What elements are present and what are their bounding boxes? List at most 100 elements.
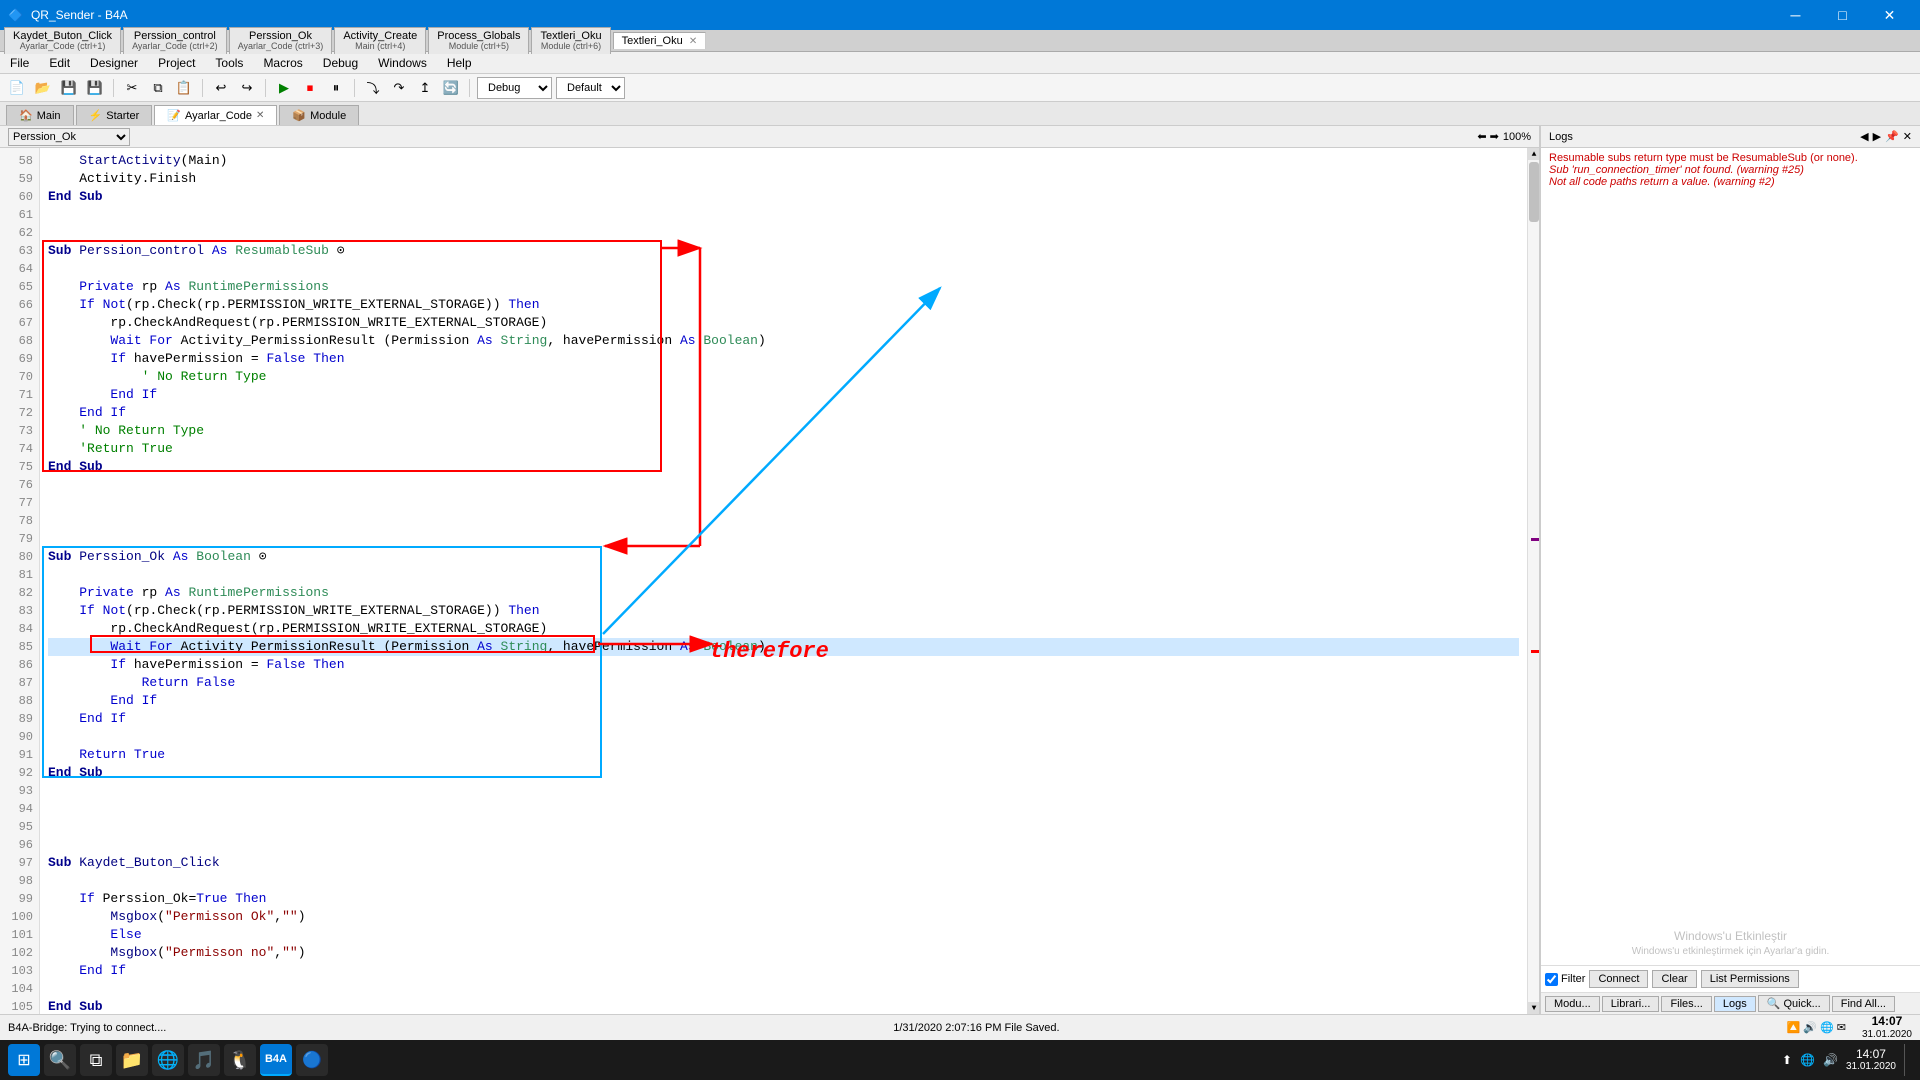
ln-87: 87	[0, 674, 39, 692]
save-button[interactable]: 💾	[58, 77, 80, 99]
ln-84: 84	[0, 620, 39, 638]
logs-pin[interactable]: 📌	[1885, 130, 1899, 143]
code-line-71: End If	[48, 386, 1519, 404]
save-all-button[interactable]: 💾	[84, 77, 106, 99]
zoom-controls: ⬅ ➡	[1477, 130, 1499, 143]
scroll-down-arrow[interactable]: ▼	[1528, 1002, 1539, 1014]
scroll-up-arrow[interactable]: ▲	[1528, 148, 1539, 160]
code-line-100: Msgbox("Permisson Ok","")	[48, 908, 1519, 926]
tab-label: Main	[37, 110, 61, 122]
menu-tools[interactable]: Tools	[205, 54, 253, 72]
qtab-process-globals[interactable]: Process_Globals Module (ctrl+5)	[428, 27, 529, 54]
toolbar-sep1	[113, 79, 114, 97]
step-over-button[interactable]: ↷	[388, 77, 410, 99]
taskbar-clock[interactable]: 14:07 31.01.2020	[1846, 1047, 1896, 1073]
search-taskbar-icon[interactable]: 🔍	[44, 1044, 76, 1076]
new-file-button[interactable]: 📄	[6, 77, 28, 99]
menu-help[interactable]: Help	[437, 54, 482, 72]
code-line-58: StartActivity(Main)	[48, 152, 1519, 170]
sub-selector[interactable]: Perssion_Ok Perssion_control Kaydet_Buto…	[8, 128, 130, 146]
menu-windows[interactable]: Windows	[368, 54, 437, 72]
tab-files[interactable]: Files...	[1661, 996, 1711, 1012]
editor-scrollbar[interactable]: ▲ ▼	[1527, 148, 1539, 1014]
clear-button[interactable]: Clear	[1652, 970, 1696, 988]
tab-quick[interactable]: 🔍 Quick...	[1758, 995, 1830, 1012]
undo-button[interactable]: ↩	[210, 77, 232, 99]
open-button[interactable]: 📂	[32, 77, 54, 99]
tab-modu[interactable]: Modu...	[1545, 996, 1600, 1012]
pause-button[interactable]: ⏸	[325, 77, 347, 99]
log-message-2: Sub 'run_connection_timer' not found. (w…	[1549, 164, 1912, 176]
app-taskbar-icon[interactable]: 🐧	[224, 1044, 256, 1076]
qtab-kaydet[interactable]: Kaydet_Buton_Click Ayarlar_Code (ctrl+1)	[4, 27, 121, 54]
app-icon: 🔷	[8, 8, 23, 22]
code-line-60: End Sub	[48, 188, 1519, 206]
step-into-button[interactable]: ⤵	[362, 77, 384, 99]
scroll-mark-purple	[1531, 538, 1539, 541]
tab-find-all[interactable]: Find All...	[1832, 996, 1895, 1012]
tab-icon: 📝	[167, 109, 181, 122]
tab-starter[interactable]: ⚡ Starter	[76, 105, 153, 125]
code-line-86: If havePermission = False Then	[48, 656, 1519, 674]
menu-edit[interactable]: Edit	[39, 54, 80, 72]
menu-macros[interactable]: Macros	[253, 54, 312, 72]
stop-button[interactable]: ⏹	[299, 77, 321, 99]
browser-taskbar-icon[interactable]: 🌐	[152, 1044, 184, 1076]
tray-network[interactable]: 🌐	[1800, 1053, 1815, 1067]
copy-button[interactable]: ⧉	[147, 77, 169, 99]
tab-logs[interactable]: Logs	[1714, 996, 1756, 1012]
minimize-button[interactable]: ─	[1773, 0, 1818, 30]
connect-button[interactable]: Connect	[1589, 970, 1648, 988]
ln-92: 92	[0, 764, 39, 782]
tab-main[interactable]: 🏠 Main	[6, 105, 74, 125]
b4a-taskbar-icon[interactable]: B4A	[260, 1044, 292, 1076]
cut-button[interactable]: ✂	[121, 77, 143, 99]
debug-mode-dropdown[interactable]: Debug Release	[477, 77, 552, 99]
ln-99: 99	[0, 890, 39, 908]
logs-panel: Logs ◀ ▶ 📌 ✕ Resumable subs return type …	[1540, 126, 1920, 1014]
maximize-button[interactable]: □	[1820, 0, 1865, 30]
quick-access-tabs: Kaydet_Buton_Click Ayarlar_Code (ctrl+1)…	[0, 30, 1920, 52]
qtab-perssion-control[interactable]: Perssion_control Ayarlar_Code (ctrl+2)	[123, 27, 227, 54]
show-desktop[interactable]	[1904, 1044, 1908, 1076]
run-button[interactable]: ▶	[273, 77, 295, 99]
qtab-sublabel: Main (ctrl+4)	[355, 42, 405, 52]
tab-librari[interactable]: Librari...	[1602, 996, 1660, 1012]
ln-85: 85	[0, 638, 39, 656]
tray-volume[interactable]: 🔊	[1823, 1053, 1838, 1067]
menu-designer[interactable]: Designer	[80, 54, 148, 72]
tray-up-arrow[interactable]: ⬆	[1782, 1053, 1792, 1067]
restart-button[interactable]: 🔄	[440, 77, 462, 99]
menu-file[interactable]: File	[0, 54, 39, 72]
ln-58: 58	[0, 152, 39, 170]
close-button[interactable]: ✕	[1867, 0, 1912, 30]
scrollbar-thumb[interactable]	[1529, 162, 1539, 222]
logs-arrow-left[interactable]: ◀	[1860, 130, 1868, 143]
step-out-button[interactable]: ↥	[414, 77, 436, 99]
toolbar-sep3	[265, 79, 266, 97]
tab-module[interactable]: 📦 Module	[279, 105, 359, 125]
menu-project[interactable]: Project	[148, 54, 205, 72]
logs-close[interactable]: ✕	[1903, 130, 1912, 143]
qtab-textleri-oku[interactable]: Textleri_Oku Module (ctrl+6)	[531, 27, 610, 54]
menu-debug[interactable]: Debug	[313, 54, 368, 72]
paste-button[interactable]: 📋	[173, 77, 195, 99]
chrome-taskbar-icon[interactable]: 🔵	[296, 1044, 328, 1076]
qtab-perssion-ok[interactable]: Perssion_Ok Ayarlar_Code (ctrl+3)	[229, 27, 333, 54]
qtab-textleri-oku-active[interactable]: Textleri_Oku ✕	[613, 32, 707, 49]
explorer-taskbar-icon[interactable]: 📁	[116, 1044, 148, 1076]
titlebar: 🔷 QR_Sender - B4A ─ □ ✕	[0, 0, 1920, 30]
tab-close-icon[interactable]: ✕	[256, 110, 264, 121]
filter-checkbox[interactable]	[1545, 973, 1558, 986]
start-button[interactable]: ⊞	[8, 1044, 40, 1076]
tab-ayarlar-code[interactable]: 📝 Ayarlar_Code ✕	[154, 105, 277, 125]
build-config-dropdown[interactable]: Default	[556, 77, 625, 99]
music-taskbar-icon[interactable]: 🎵	[188, 1044, 220, 1076]
code-line-104	[48, 980, 1519, 998]
list-permissions-button[interactable]: List Permissions	[1701, 970, 1799, 988]
task-view-icon[interactable]: ⧉	[80, 1044, 112, 1076]
qtab-activity-create[interactable]: Activity_Create Main (ctrl+4)	[334, 27, 426, 54]
logs-arrow-right[interactable]: ▶	[1873, 130, 1881, 143]
code-lines[interactable]: StartActivity(Main) Activity.Finish End …	[40, 148, 1527, 1014]
redo-button[interactable]: ↪	[236, 77, 258, 99]
